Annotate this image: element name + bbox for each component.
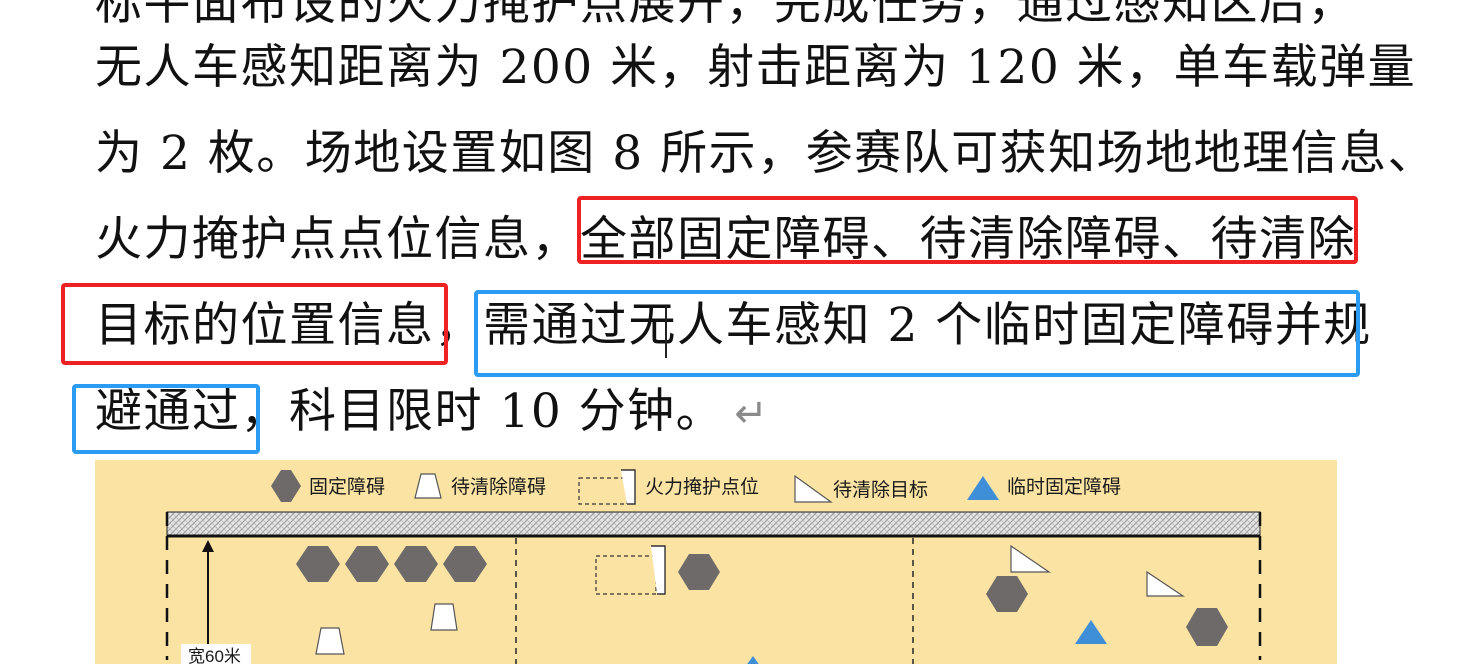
triangle-icon [967, 476, 999, 500]
text-cursor [665, 306, 667, 358]
trapezoid-icon [315, 627, 345, 655]
legend-clear-target: 待清除目标 [833, 479, 928, 501]
triangle-icon [747, 656, 759, 664]
hexagon-icon [394, 546, 438, 582]
field-layout-svg: 固定障碍 待清除障碍 火力掩护点位 待清除目标 临时固定障碍 宽60米 [165, 469, 1262, 664]
hexagon-icon [443, 546, 487, 582]
paragraph-return-icon: ↵ [734, 391, 770, 437]
paragraph-line-2: 为 2 枚。场地设置如图 8 所示，参赛队可获知场地地理信息、 [95, 126, 1437, 181]
triangle-icon [1075, 620, 1107, 644]
hexagon-icon [345, 546, 389, 582]
highlight-box-red-2 [61, 283, 448, 365]
paragraph-line-cut: 标平面布设的火力掩护点展开，完成任务，通过感知区后， [95, 0, 1356, 31]
trapezoid-icon [430, 603, 458, 631]
highlight-box-blue-1 [474, 290, 1360, 377]
right-triangle-icon [1010, 544, 1051, 573]
hexagon-icon [986, 576, 1028, 612]
paragraph-line-1: 无人车感知距离为 200 米，射击距离为 120 米，单车载弹量 [95, 40, 1417, 95]
hexagon-icon [1186, 608, 1228, 646]
hexagon-icon [678, 554, 720, 590]
legend-fire-cover-point: 火力掩护点位 [645, 476, 759, 498]
legend-fixed-obstacle: 固定障碍 [309, 476, 385, 498]
right-triangle-icon [1146, 570, 1185, 597]
right-triangle-icon [794, 474, 833, 503]
field-layout-figure: 固定障碍 待清除障碍 火力掩护点位 待清除目标 临时固定障碍 宽60米 [95, 460, 1337, 664]
highlight-box-blue-2 [72, 384, 260, 454]
hexagon-icon [271, 470, 301, 502]
fire-point-icon [578, 477, 628, 505]
legend: 固定障碍 待清除障碍 火力掩护点位 待清除目标 临时固定障碍 [271, 469, 1121, 505]
width-label: 宽60米 [188, 647, 241, 664]
boundary-band [166, 511, 1261, 537]
highlight-box-red-1 [577, 196, 1358, 264]
section-1-obstacles [296, 546, 487, 582]
trapezoid-icon [414, 473, 442, 499]
hexagon-icon [296, 546, 340, 582]
legend-clear-obstacle: 待清除障碍 [451, 476, 546, 498]
fire-point-icon [595, 555, 657, 595]
legend-temp-obstacle: 临时固定障碍 [1007, 476, 1121, 498]
